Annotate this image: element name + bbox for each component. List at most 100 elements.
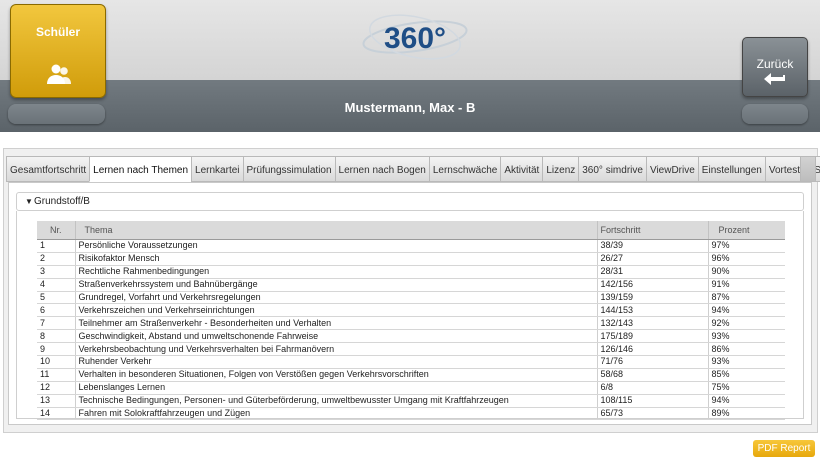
cell-thema: Ruhender Verkehr [74,355,597,369]
cell-nr: 4 [37,278,75,292]
tab-bar: Gesamtfortschritt Lernen nach Themen Lernk… [6,156,820,182]
schueler-button[interactable]: Schüler [10,4,106,98]
cell-thema: Lebenslanges Lernen [74,381,597,395]
cell-prozent: 75% [707,381,785,395]
cell-prozent: 87% [707,291,785,305]
cell-fortschritt: 65/73 [596,407,708,421]
table-row[interactable]: 2 Risikofaktor Mensch 26/27 96% [37,252,785,266]
cell-thema: Verkehrszeichen und Verkehrseinrichtunge… [74,303,597,318]
cell-nr: 2 [37,252,75,266]
table-row[interactable]: 5 Grundregel, Vorfahrt und Verkehrsregelu… [37,291,785,305]
cell-prozent: 85% [707,368,785,382]
cell-thema: Technische Bedingungen, Personen- und Gü… [74,394,597,408]
cell-fortschritt: 175/189 [596,329,708,344]
schueler-shadow-pill [8,104,105,124]
cell-nr: 12 [37,381,75,395]
cell-fortschritt: 144/153 [596,303,708,318]
cell-prozent: 92% [707,316,785,331]
cell-fortschritt: 38/39 [596,239,708,253]
cell-nr: 10 [37,355,75,369]
student-name: Mustermann, Max - B [344,100,476,115]
table-row[interactable]: 14 Fahren mit Solokraftfahrzeugen und Züg… [37,407,785,421]
cell-nr: 8 [37,329,75,344]
cell-fortschritt: 28/31 [596,265,708,279]
cell-thema: Persönliche Voraussetzungen [74,239,597,253]
table-row[interactable]: 10 Ruhender Verkehr 71/76 93% [37,355,785,369]
table-row[interactable]: 8 Geschwindigkeit, Abstand und umweltscho… [37,329,785,344]
column-header-fortschritt[interactable]: Fortschritt [596,221,708,240]
users-icon [47,64,71,84]
table-row[interactable]: 12 Lebenslanges Lernen 6/8 75% [37,381,785,395]
cell-prozent: 89% [707,407,785,421]
cell-thema: Fahren mit Solokraftfahrzeugen und Zügen [74,407,597,421]
tab-lernkartei[interactable]: Lernkartei [191,156,243,182]
cell-nr: 14 [37,407,75,421]
cell-fortschritt: 126/146 [596,342,708,357]
topics-table: Nr. Thema Fortschritt Prozent 1 Persönlic… [37,221,785,421]
tab-lernschwäche[interactable]: Lernschwäche [428,156,501,182]
cell-nr: 1 [37,239,75,253]
student-name-bar: Mustermann, Max - B [0,80,820,132]
cell-nr: 9 [37,342,75,357]
table-row[interactable]: 9 Verkehrsbeobachtung und Verkehrsverhalt… [37,342,785,357]
cell-thema: Straßenverkehrssystem und Bahnübergänge [74,278,597,292]
cell-prozent: 96% [707,252,785,266]
zurueck-label: Zurück [756,57,794,71]
tab-360-simdrive[interactable]: 360° simdrive [578,156,646,182]
table-row[interactable]: 3 Rechtliche Rahmenbedingungen 28/31 90% [37,265,785,279]
table-row[interactable]: 6 Verkehrszeichen und Verkehrseinrichtung… [37,303,785,318]
cell-prozent: 91% [707,278,785,292]
cell-fortschritt: 6/8 [596,381,708,395]
table-row[interactable]: 4 Straßenverkehrssystem und Bahnübergänge… [37,278,785,292]
tab-lernen-nach-themen[interactable]: Lernen nach Themen [89,156,192,182]
zurueck-button[interactable]: Zurück [742,37,808,97]
cell-fortschritt: 108/115 [596,394,708,408]
table-row[interactable]: 1 Persönliche Voraussetzungen 38/39 97% [37,239,785,253]
cell-fortschritt: 71/76 [596,355,708,369]
tab-lernen-nach-bogen[interactable]: Lernen nach Bogen [334,156,429,182]
table-row[interactable]: 7 Teilnehmer am Straßenverkehr - Besonder… [37,316,785,331]
cell-fortschritt: 142/156 [596,278,708,292]
tab-vortest[interactable]: Vortest [764,156,803,182]
cell-nr: 6 [37,303,75,318]
cell-fortschritt: 26/27 [596,252,708,266]
cell-thema: Teilnehmer am Straßenverkehr - Besonderh… [74,316,597,331]
tab-bar-end [800,156,816,182]
tab-einstellungen[interactable]: Einstellungen [697,156,765,182]
cell-nr: 3 [37,265,75,279]
cell-thema: Verhalten in besonderen Situationen, Fol… [74,368,597,382]
cell-nr: 13 [37,394,75,408]
tab-viewdrive[interactable]: ViewDrive [645,156,698,182]
cell-prozent: 90% [707,265,785,279]
logo-360: 360° [362,14,468,60]
caret-down-icon: ▼ [25,197,33,206]
back-arrow-icon [764,73,785,85]
cell-nr: 7 [37,316,75,331]
cell-thema: Grundregel, Vorfahrt und Verkehrsregelun… [74,291,597,305]
zurueck-shadow-pill [742,104,808,124]
table-row[interactable]: 11 Verhalten in besonderen Situationen, F… [37,368,785,382]
tab-aktivität[interactable]: Aktivität [500,156,543,182]
tab-lizenz[interactable]: Lizenz [542,156,579,182]
tab-gesamtfortschritt[interactable]: Gesamtfortschritt [6,156,90,182]
cell-thema: Risikofaktor Mensch [74,252,597,266]
column-header-nr[interactable]: Nr. [37,221,75,240]
cell-nr: 11 [37,368,75,382]
column-header-thema[interactable]: Thema [74,221,597,240]
column-header-prozent[interactable]: Prozent [707,221,785,240]
table-header-row: Nr. Thema Fortschritt Prozent [37,221,785,240]
cell-prozent: 94% [707,394,785,408]
schueler-label: Schüler [35,25,80,39]
cell-prozent: 94% [707,303,785,318]
cell-fortschritt: 132/143 [596,316,708,331]
cell-prozent: 97% [707,239,785,253]
pdf-report-button[interactable]: PDF Report [753,440,815,457]
section-header-grundstoff[interactable]: ▼ Grundstoff/B [16,192,804,211]
section-title: Grundstoff/B [34,196,90,207]
cell-fortschritt: 139/159 [596,291,708,305]
cell-thema: Verkehrsbeobachtung und Verkehrsverhalte… [74,342,597,357]
cell-prozent: 93% [707,355,785,369]
cell-prozent: 93% [707,329,785,344]
tab-prüfungssimulation[interactable]: Prüfungssimulation [242,156,335,182]
table-row[interactable]: 13 Technische Bedingungen, Personen- und … [37,394,785,408]
